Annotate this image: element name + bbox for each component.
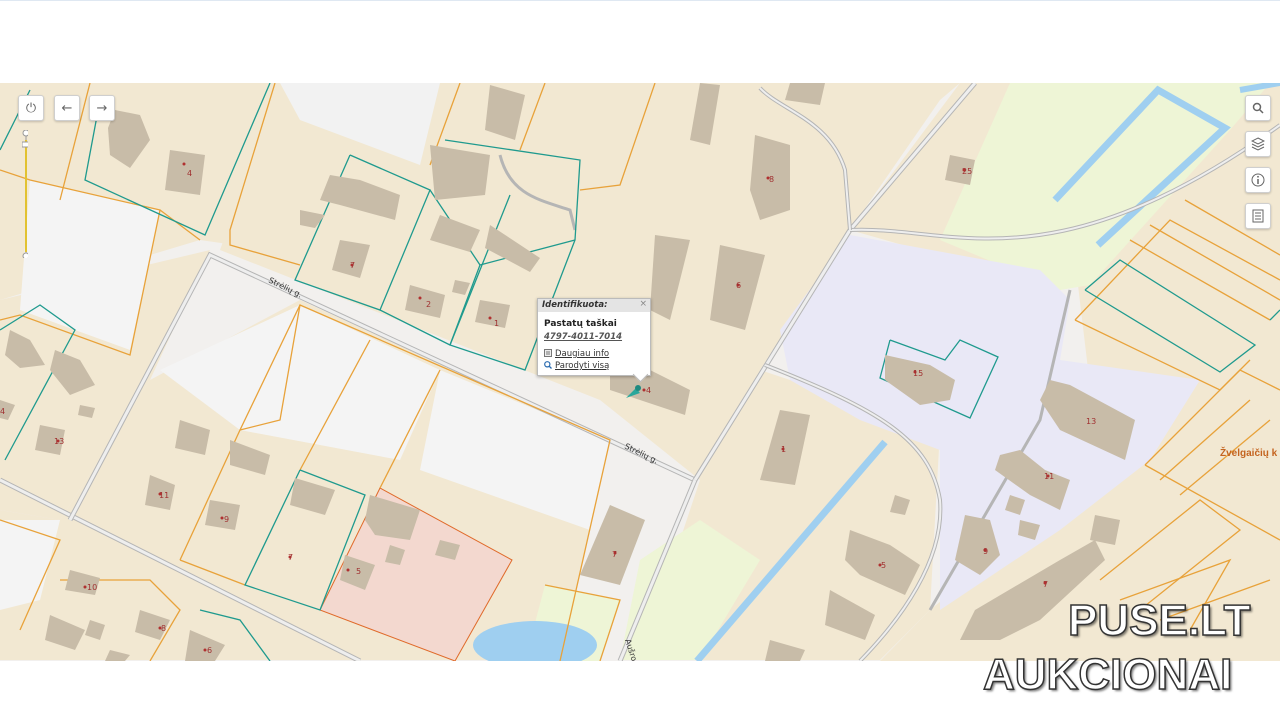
layers-icon (1251, 137, 1265, 151)
show-all-link[interactable]: Parodyti visą (544, 361, 609, 371)
close-icon[interactable]: × (639, 299, 647, 309)
layers-button[interactable] (1245, 131, 1271, 157)
top-border (0, 0, 1280, 1)
building-number: 7 (288, 553, 293, 562)
building-number: 7 (1043, 580, 1048, 589)
building-number: 9 (224, 515, 229, 524)
zoom-icon (544, 361, 552, 369)
document-icon (544, 349, 552, 357)
arrow-right-icon: → (96, 100, 108, 116)
building-number: 5 (881, 561, 886, 570)
legend-button[interactable] (1245, 203, 1271, 229)
building-number: 7 (612, 550, 617, 559)
building-number: 25 (962, 167, 972, 176)
building-number: 9 (983, 547, 988, 556)
building-number: 2 (426, 300, 431, 309)
info-icon (1251, 173, 1265, 187)
search-button[interactable] (1245, 95, 1271, 121)
building-number: 6 (736, 281, 741, 290)
watermark-line-2: AUKCIONAI (982, 649, 1233, 700)
building-number: 4 (187, 169, 192, 178)
building-number: 11 (1044, 472, 1054, 481)
building-number: 8 (161, 624, 166, 633)
building-number: 13 (54, 437, 64, 446)
building-number: 1 (781, 445, 786, 454)
building-number: 8 (769, 175, 774, 184)
building-number: 5 (356, 567, 361, 576)
building-number: 7 (350, 261, 355, 270)
more-info-label: Daugiau info (555, 349, 610, 359)
popup-object-id-link[interactable]: 4797-4011-7014 (544, 332, 622, 342)
search-icon (1252, 102, 1264, 114)
zoom-slider[interactable] (22, 130, 28, 258)
power-icon: ⏻ (25, 100, 37, 116)
building-number: 11 (159, 491, 169, 500)
popup-layer-title: Pastatų taškai (544, 319, 617, 329)
back-button[interactable]: ← (54, 95, 80, 121)
popup-header: Identifikuota: (538, 299, 650, 312)
power-button[interactable]: ⏻ (18, 95, 44, 121)
watermark-line-1: PUSE.LT (1067, 595, 1251, 646)
building-number: 13 (1086, 417, 1096, 426)
forward-button[interactable]: → (89, 95, 115, 121)
building-number: 6 (207, 646, 212, 655)
place-label: Žvelgaičių k (1220, 446, 1278, 459)
building-number: 15 (913, 369, 923, 378)
more-info-link[interactable]: Daugiau info (544, 349, 609, 359)
building-number: 4 (646, 386, 651, 395)
arrow-left-icon: ← (61, 100, 73, 116)
identify-popup: Identifikuota: × Pastatų taškai 4797-401… (537, 298, 651, 383)
document-icon (1252, 209, 1264, 223)
building-number: 4 (0, 407, 5, 416)
building-number: 1 (494, 319, 499, 328)
show-all-label: Parodyti visą (555, 361, 610, 371)
building-number: 10 (87, 583, 97, 592)
info-button[interactable] (1245, 167, 1271, 193)
